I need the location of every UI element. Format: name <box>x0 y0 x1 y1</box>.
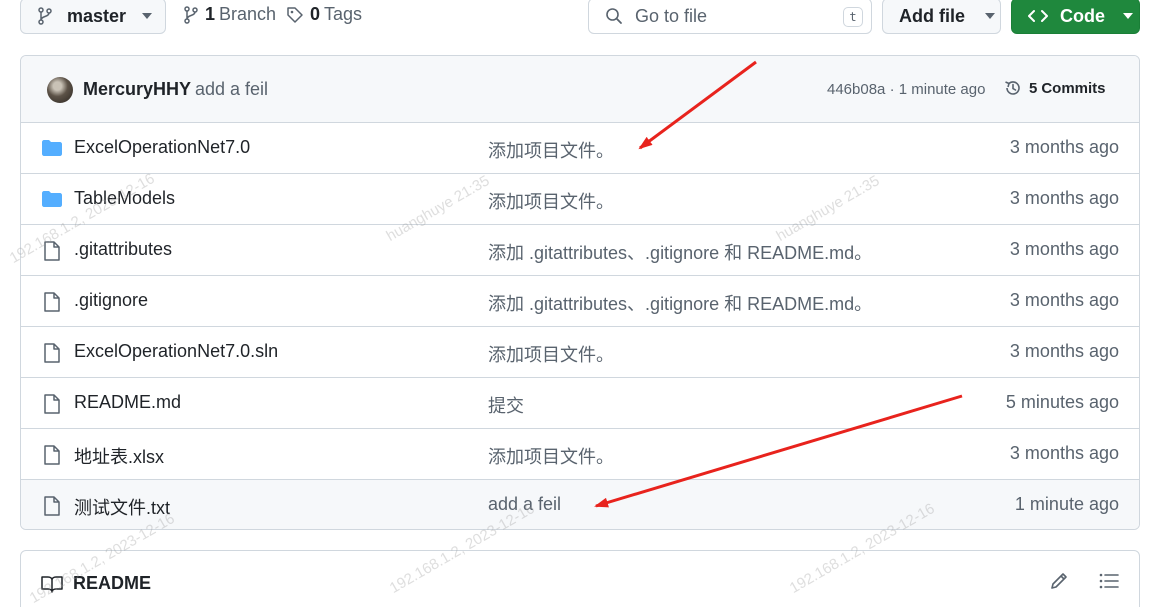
branches-label: Branch <box>219 4 277 24</box>
branch-name: master <box>67 5 127 26</box>
chevron-down-icon <box>985 13 995 19</box>
add-file-label: Add file <box>899 5 965 26</box>
go-to-file-input[interactable]: Go to file t <box>588 0 872 34</box>
file-name[interactable]: README.md <box>74 392 181 413</box>
branch-select-button[interactable]: master <box>20 0 166 34</box>
file-browser: MercuryHHY add a feil 446b08a · 1 minute… <box>20 55 1140 530</box>
file-row[interactable]: .gitignore 添加 .gitattributes、.gitignore 和… <box>21 276 1139 327</box>
file-row[interactable]: 地址表.xlsx 添加项目文件。 3 months ago <box>21 429 1139 480</box>
folder-icon <box>42 191 62 207</box>
commits-link[interactable]: 5 Commits <box>1003 78 1106 98</box>
file-icon <box>44 292 60 312</box>
tags-count: 0 <box>310 4 321 24</box>
file-commit-date: 1 minute ago <box>1014 494 1119 514</box>
search-icon <box>606 8 622 24</box>
code-icon <box>1028 10 1048 22</box>
file-commit-date: 5 minutes ago <box>1005 392 1119 412</box>
file-row[interactable]: .gitattributes 添加 .gitattributes、.gitigno… <box>21 225 1139 276</box>
avatar[interactable] <box>47 77 73 103</box>
pencil-icon[interactable] <box>1049 571 1069 591</box>
file-name[interactable]: ExcelOperationNet7.0.sln <box>74 341 278 362</box>
readme-title: README <box>73 573 152 593</box>
file-commit-message[interactable]: 添加 .gitattributes、.gitignore 和 README.md… <box>488 239 872 265</box>
file-row[interactable]: ExcelOperationNet7.0.sln 添加项目文件。 3 months … <box>21 327 1139 378</box>
chevron-down-icon <box>1123 13 1133 19</box>
book-icon <box>41 575 63 593</box>
file-icon <box>44 445 60 465</box>
code-button[interactable]: Code <box>1011 0 1140 34</box>
tag-icon <box>287 6 303 23</box>
file-commit-message[interactable]: add a feil <box>488 494 561 515</box>
file-name[interactable]: .gitignore <box>74 290 148 311</box>
file-commit-message[interactable]: 提交 <box>488 392 524 418</box>
readme-header[interactable]: README <box>41 573 151 594</box>
file-commit-date: 3 months ago <box>1009 137 1119 157</box>
file-name[interactable]: TableModels <box>74 188 175 209</box>
file-row[interactable]: TableModels 添加项目文件。 3 months ago <box>21 174 1139 225</box>
commits-label: Commits <box>1041 79 1106 97</box>
git-branch-icon <box>38 7 52 25</box>
repo-toolbar: master 1 Branch 0 Tags Go to file t Add … <box>0 0 1159 40</box>
code-label: Code <box>1060 5 1105 26</box>
add-file-button[interactable]: Add file <box>882 0 1001 34</box>
file-commit-message[interactable]: 添加项目文件。 <box>488 341 614 367</box>
keyboard-shortcut-hint: t <box>843 7 863 27</box>
file-row[interactable]: 测试文件.txt add a feil 1 minute ago <box>21 480 1139 529</box>
file-commit-message[interactable]: 添加项目文件。 <box>488 137 614 163</box>
file-list: ExcelOperationNet7.0 添加项目文件。 3 months ago T… <box>21 123 1139 529</box>
file-commit-message[interactable]: 添加项目文件。 <box>488 443 614 469</box>
branches-link[interactable]: 1 Branch <box>183 4 276 25</box>
latest-commit-bar: MercuryHHY add a feil 446b08a · 1 minute… <box>21 56 1139 123</box>
file-commit-message[interactable]: 添加 .gitattributes、.gitignore 和 README.md… <box>488 290 872 316</box>
chevron-down-icon <box>142 13 153 19</box>
file-icon <box>44 343 60 363</box>
file-icon <box>44 241 60 261</box>
file-name[interactable]: 地址表.xlsx <box>74 443 164 469</box>
file-commit-date: 3 months ago <box>1009 239 1119 259</box>
file-commit-date: 3 months ago <box>1009 188 1119 208</box>
commit-meta[interactable]: 446b08a · 1 minute ago <box>827 81 985 98</box>
readme-panel: README <box>20 550 1140 607</box>
history-icon <box>1005 81 1020 95</box>
search-placeholder: Go to file <box>635 5 708 26</box>
git-branch-icon <box>184 5 198 24</box>
branches-count: 1 <box>205 4 216 24</box>
file-icon <box>44 496 60 516</box>
file-commit-date: 3 months ago <box>1009 290 1119 310</box>
tags-label: Tags <box>324 4 363 24</box>
commits-count: 5 <box>1029 79 1038 97</box>
file-icon <box>44 394 60 414</box>
file-commit-date: 3 months ago <box>1009 443 1119 463</box>
tags-link[interactable]: 0 Tags <box>286 4 362 25</box>
list-outline-icon[interactable] <box>1098 571 1120 591</box>
file-row[interactable]: ExcelOperationNet7.0 添加项目文件。 3 months ago <box>21 123 1139 174</box>
file-name[interactable]: .gitattributes <box>74 239 172 260</box>
commit-author[interactable]: MercuryHHY <box>83 79 191 100</box>
folder-icon <box>42 140 62 156</box>
file-commit-message[interactable]: 添加项目文件。 <box>488 188 614 214</box>
file-name[interactable]: ExcelOperationNet7.0 <box>74 137 250 158</box>
file-name[interactable]: 测试文件.txt <box>74 494 170 520</box>
file-row[interactable]: README.md 提交 5 minutes ago <box>21 378 1139 429</box>
file-commit-date: 3 months ago <box>1009 341 1119 361</box>
commit-message[interactable]: add a feil <box>195 79 268 100</box>
